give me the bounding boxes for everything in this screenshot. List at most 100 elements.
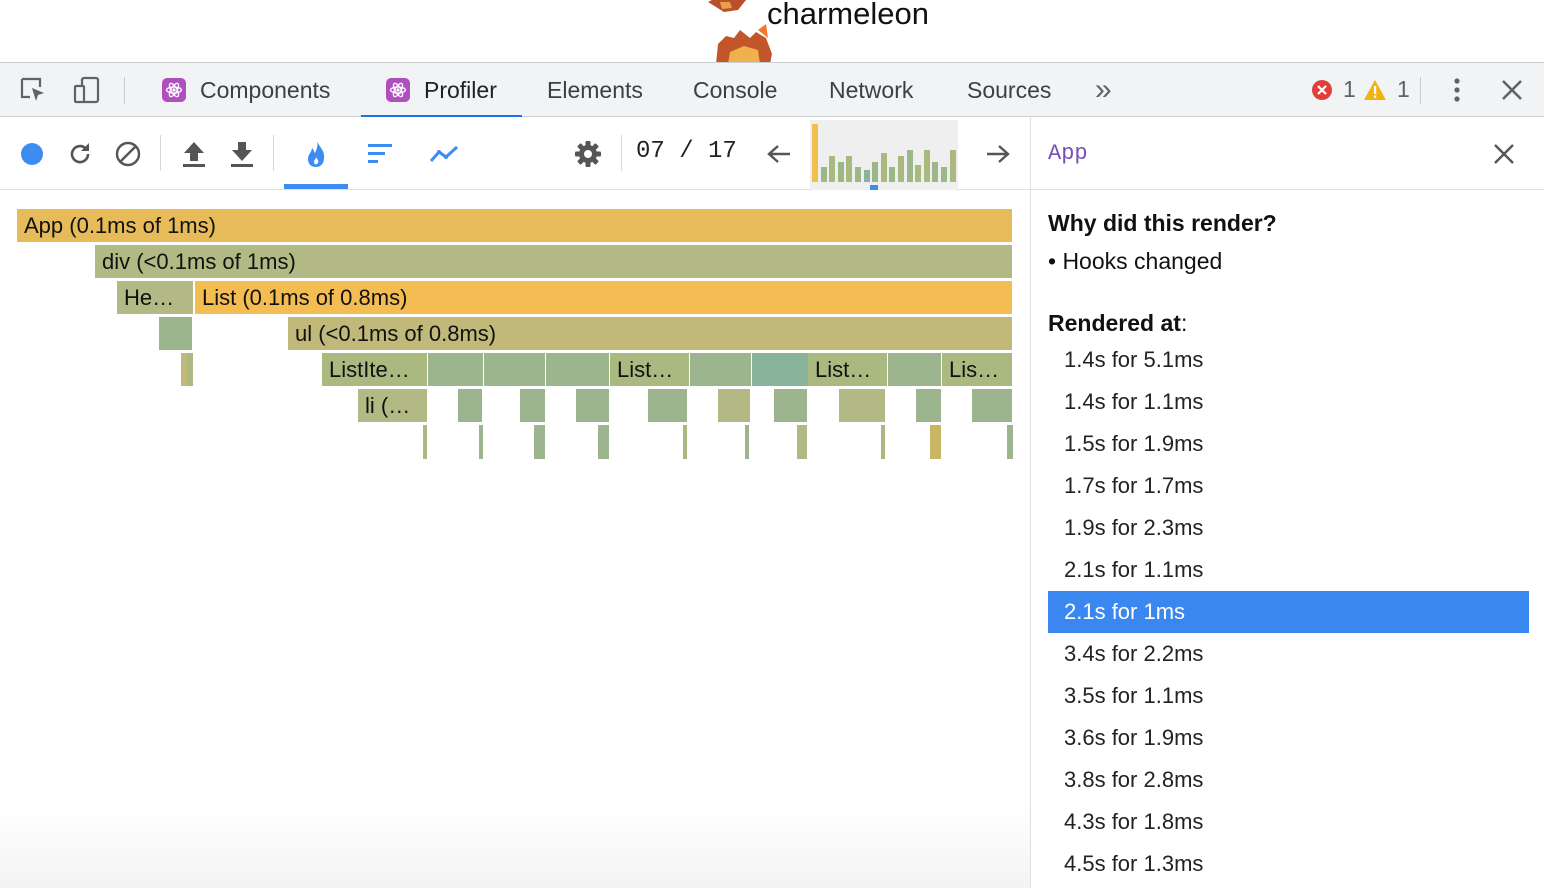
more-tabs-icon[interactable]: » <box>1095 63 1112 117</box>
commit-bar[interactable] <box>949 150 956 182</box>
render-list-item[interactable]: 1.4s for 5.1ms <box>1048 339 1529 381</box>
flamegraph-node[interactable]: ListIte… <box>322 353 428 387</box>
commit-bar[interactable] <box>898 156 904 182</box>
render-list-item[interactable]: 3.5s for 1.1ms <box>1048 675 1529 717</box>
render-list-item[interactable]: 1.5s for 1.9ms <box>1048 423 1529 465</box>
error-counter[interactable]: 1 <box>1311 76 1356 103</box>
flamegraph-node[interactable] <box>718 389 751 423</box>
render-list-item[interactable]: 3.8s for 2.8ms <box>1048 759 1529 801</box>
flamegraph-leaf-node[interactable] <box>881 425 885 459</box>
clear-icon[interactable] <box>113 139 143 169</box>
commit-bar[interactable] <box>906 150 913 182</box>
flamegraph-leaf-node[interactable] <box>683 425 687 459</box>
flamegraph-node[interactable] <box>484 353 546 387</box>
flamegraph-node[interactable] <box>576 389 610 423</box>
flamegraph-node[interactable]: li (… <box>358 389 428 423</box>
commit-bar[interactable] <box>880 153 887 182</box>
commit-bar[interactable] <box>829 156 836 182</box>
commit-bar[interactable] <box>915 165 922 182</box>
commit-bar[interactable] <box>863 170 870 182</box>
inspect-element-icon[interactable] <box>18 75 48 105</box>
ranked-icon[interactable] <box>365 139 395 169</box>
render-list-item[interactable]: 3.4s for 2.2ms <box>1048 633 1529 675</box>
flamegraph-node[interactable]: ul (<0.1ms of 0.8ms) <box>288 317 1013 351</box>
flamegraph-node[interactable] <box>839 389 886 423</box>
render-list-item[interactable]: 1.4s for 1.1ms <box>1048 381 1529 423</box>
render-list-item[interactable]: 3.6s for 1.9ms <box>1048 717 1529 759</box>
flamegraph-node[interactable] <box>888 353 942 387</box>
record-icon[interactable] <box>17 139 47 169</box>
flamegraph-leaf-node[interactable] <box>745 425 749 459</box>
render-list-item[interactable]: 2.1s for 1ms <box>1048 591 1529 633</box>
commit-bar[interactable] <box>923 150 930 182</box>
flamegraph-node[interactable] <box>520 389 546 423</box>
commit-bar[interactable] <box>820 167 827 182</box>
commit-bar[interactable] <box>855 167 861 182</box>
commit-bar[interactable] <box>889 167 896 182</box>
flamegraph-node[interactable] <box>159 317 193 351</box>
commit-bar-chart[interactable] <box>810 120 958 190</box>
tab-components[interactable]: Components <box>162 63 330 117</box>
warning-counter[interactable]: 1 <box>1363 76 1410 103</box>
flamegraph-leaf-node[interactable] <box>797 425 807 459</box>
flamegraph-node[interactable]: List… <box>808 353 888 387</box>
prev-commit-icon[interactable] <box>764 139 794 169</box>
page-heading: charmeleon <box>767 0 929 31</box>
commit-bar[interactable] <box>846 156 853 182</box>
flamegraph-node[interactable]: List… <box>610 353 690 387</box>
flamegraph-node[interactable]: div (<0.1ms of 1ms) <box>95 245 1013 279</box>
flamegraph-node[interactable] <box>428 353 484 387</box>
flamegraph-leaf-node[interactable] <box>930 425 941 459</box>
close-devtools-icon[interactable] <box>1497 75 1527 105</box>
render-list-item[interactable]: 4.3s for 1.8ms <box>1048 801 1529 843</box>
flamegraph-node[interactable]: He… <box>117 281 194 315</box>
settings-icon[interactable] <box>573 139 603 169</box>
flamegraph-node[interactable] <box>187 353 193 387</box>
flamegraph-node[interactable]: List (0.1ms of 0.8ms) <box>195 281 1013 315</box>
flamegraph-node[interactable] <box>458 389 483 423</box>
reload-and-profile-icon[interactable] <box>65 139 95 169</box>
commit-bar[interactable] <box>932 162 939 182</box>
timeline-icon[interactable] <box>429 139 459 169</box>
toolbar-separator <box>160 135 161 171</box>
render-list-item[interactable]: 2.1s for 1.1ms <box>1048 549 1529 591</box>
tab-elements[interactable]: Elements <box>547 63 643 117</box>
kebab-menu-icon[interactable] <box>1442 75 1472 105</box>
selected-component-name: App <box>1048 141 1088 166</box>
flamegraph-leaf-node[interactable] <box>479 425 483 459</box>
flamegraph-node[interactable] <box>690 353 752 387</box>
flamegraph-node[interactable] <box>752 353 809 387</box>
tab-profiler[interactable]: Profiler <box>361 63 522 118</box>
flamegraph-icon[interactable] <box>301 139 331 169</box>
render-list-item[interactable]: 4.5s for 1.3ms <box>1048 843 1529 885</box>
commit-bar[interactable] <box>837 162 844 182</box>
tab-console[interactable]: Console <box>693 63 777 117</box>
close-panel-icon[interactable] <box>1489 139 1519 169</box>
load-profile-icon[interactable] <box>179 139 209 169</box>
render-list-item[interactable]: 1.7s for 1.7ms <box>1048 465 1529 507</box>
flamegraph-leaf-node[interactable] <box>423 425 427 459</box>
render-list-item[interactable]: 1.9s for 2.3ms <box>1048 507 1529 549</box>
rendered-at-heading: Rendered at: <box>1048 310 1187 337</box>
react-icon <box>162 78 186 102</box>
flamegraph-leaf-node[interactable] <box>598 425 609 459</box>
next-commit-icon[interactable] <box>983 139 1013 169</box>
flamegraph-node[interactable] <box>972 389 1013 423</box>
flamegraph-leaf-node[interactable] <box>534 425 545 459</box>
flamegraph-node[interactable]: App (0.1ms of 1ms) <box>17 209 1013 243</box>
panel-header: App <box>1031 117 1544 190</box>
tab-sources[interactable]: Sources <box>967 63 1051 117</box>
flamegraph-node[interactable] <box>648 389 688 423</box>
tab-network[interactable]: Network <box>829 63 913 117</box>
flamegraph-leaf-node[interactable] <box>1007 425 1013 459</box>
device-toolbar-icon[interactable] <box>72 75 102 105</box>
save-profile-icon[interactable] <box>227 139 257 169</box>
flamegraph-node[interactable] <box>774 389 808 423</box>
commit-bar[interactable] <box>812 124 818 182</box>
commit-bar[interactable] <box>941 167 947 182</box>
flamegraph-node[interactable]: Lis… <box>942 353 1013 387</box>
selected-fiber-panel: App Why did this render? • Hooks changed… <box>1030 117 1544 888</box>
commit-bar[interactable] <box>872 162 879 182</box>
flamegraph-node[interactable] <box>546 353 610 387</box>
flamegraph-node[interactable] <box>916 389 942 423</box>
